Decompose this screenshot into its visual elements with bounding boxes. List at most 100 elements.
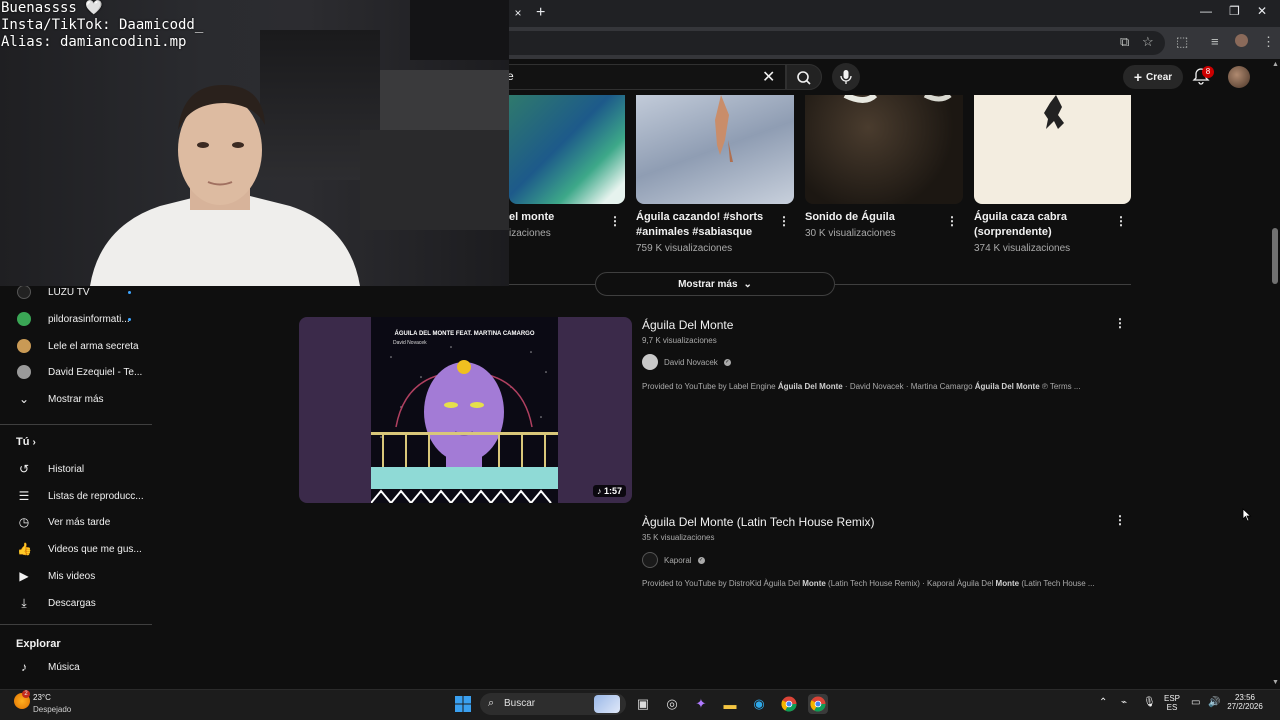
- clock[interactable]: 23:56 27/2/2026: [1225, 693, 1265, 711]
- address-bar[interactable]: [480, 31, 1165, 55]
- chrome-icon[interactable]: [779, 694, 799, 714]
- sidebar-channel-pildoras[interactable]: pildorasinformati...: [0, 307, 152, 331]
- sidebar-channel-lele[interactable]: Lele el arma secreta: [0, 334, 152, 358]
- file-explorer-icon[interactable]: ▬: [720, 694, 740, 714]
- show-hidden-icons-chevron-icon[interactable]: ⌃: [1099, 697, 1107, 708]
- short-thumbnail[interactable]: [509, 95, 625, 204]
- verified-icon: ✓: [723, 358, 731, 366]
- network-icon[interactable]: ⌁: [1121, 697, 1127, 708]
- language-indicator[interactable]: ESP ES: [1164, 694, 1180, 712]
- bookmark-star-icon[interactable]: ☆: [1142, 34, 1154, 50]
- install-app-icon[interactable]: ⧉: [1120, 34, 1129, 50]
- page-scrollbar-track[interactable]: [1270, 59, 1280, 689]
- close-window-icon[interactable]: ✕: [1257, 4, 1267, 18]
- taskbar-search[interactable]: ⌕ Buscar: [480, 693, 626, 715]
- video-title[interactable]: Àguila Del Monte (Latin Tech House Remix…: [642, 515, 875, 529]
- channel-link[interactable]: David Novacek ✓: [642, 354, 731, 370]
- more-options-icon[interactable]: ⋮: [1114, 316, 1126, 330]
- channel-link[interactable]: Kaporal ✓: [642, 552, 705, 568]
- page-scrollbar-thumb[interactable]: [1272, 228, 1278, 284]
- sidebar-item-liked[interactable]: 👍 Videos que me gus...: [0, 537, 152, 561]
- windows-start-icon[interactable]: [453, 694, 473, 714]
- copilot-app-icon[interactable]: ◎: [662, 694, 682, 714]
- short-title-line2[interactable]: #animales #sabiasque: [636, 225, 752, 240]
- divider: [835, 284, 1131, 285]
- sidebar-item-my-videos[interactable]: ▶ Mis videos: [0, 564, 152, 588]
- short-thumbnail[interactable]: [974, 95, 1131, 204]
- short-thumbnail[interactable]: [636, 95, 794, 204]
- history-icon: ↺: [18, 462, 30, 476]
- sidebar-divider: [0, 424, 152, 425]
- short-title[interactable]: Sonido de Águila: [805, 210, 895, 225]
- sidebar-item-playlists[interactable]: ☰ Listas de reproducc...: [0, 484, 152, 508]
- account-avatar[interactable]: [1228, 66, 1250, 88]
- scroll-up-icon[interactable]: ▲: [1272, 61, 1279, 68]
- video-description: Provided to YouTube by Label Engine Águi…: [642, 382, 1081, 391]
- channel-name: Kaporal: [664, 555, 692, 565]
- microphone-icon[interactable]: 🎙: [1143, 697, 1156, 708]
- sidebar-item-label: Descargas: [48, 597, 96, 609]
- liked-icon: 👍: [17, 542, 32, 556]
- sidebar-item-music[interactable]: ♪ Música: [0, 655, 152, 679]
- new-tab-button[interactable]: +: [536, 4, 545, 22]
- chrome-menu-icon[interactable]: ⋮: [1262, 34, 1275, 50]
- edge-icon[interactable]: ◉: [749, 694, 769, 714]
- playlists-icon: ☰: [18, 489, 30, 503]
- more-options-icon[interactable]: ⋮: [946, 214, 958, 228]
- weather-temperature[interactable]: 23°C: [33, 693, 51, 702]
- short-thumbnail[interactable]: [805, 95, 963, 204]
- short-views: 759 K visualizaciones: [636, 243, 733, 254]
- sidebar-item-label: Mis videos: [48, 570, 96, 582]
- volume-icon[interactable]: 🔊: [1208, 697, 1220, 708]
- profile-avatar[interactable]: [1235, 34, 1248, 47]
- more-options-icon[interactable]: ⋮: [1114, 513, 1126, 527]
- short-title[interactable]: Águila cazando! #shorts: [636, 210, 763, 225]
- sidebar-item-watch-later[interactable]: ◷ Ver más tarde: [0, 510, 152, 534]
- create-button[interactable]: + Crear: [1123, 65, 1183, 89]
- more-options-icon[interactable]: ⋮: [778, 214, 790, 228]
- short-title[interactable]: el monte: [509, 210, 554, 225]
- background-cabinet: [360, 130, 509, 230]
- channel-avatar: [17, 365, 31, 379]
- weather-badge: 2: [22, 690, 30, 698]
- minimize-icon[interactable]: —: [1200, 4, 1212, 18]
- chevron-down-icon: ⌄: [743, 278, 752, 290]
- scroll-down-icon[interactable]: ▼: [1272, 679, 1279, 686]
- video-thumbnail[interactable]: ÁGUILA DEL MONTE FEAT. MARTINA CAMARGO D…: [299, 317, 632, 503]
- short-title-line2[interactable]: (sorprendente): [974, 225, 1052, 240]
- sidebar-item-history[interactable]: ↺ Historial: [0, 457, 152, 481]
- short-views: 30 K visualizaciones: [805, 228, 896, 239]
- copilot-icon[interactable]: ✦: [691, 694, 711, 714]
- microphone-icon: [840, 70, 852, 84]
- search-input[interactable]: [470, 64, 786, 90]
- new-content-dot: [128, 317, 131, 321]
- video-title[interactable]: Águila Del Monte: [642, 318, 733, 332]
- weather-description[interactable]: Despejado: [33, 705, 71, 714]
- media-control-icon[interactable]: ≡: [1211, 34, 1219, 49]
- more-options-icon[interactable]: ⋮: [1115, 214, 1127, 228]
- chrome-active-icon[interactable]: [808, 694, 828, 714]
- show-more-shorts-button[interactable]: Mostrar más ⌄: [595, 272, 835, 296]
- maximize-icon[interactable]: ❐: [1229, 4, 1240, 18]
- sidebar-explore-heading: Explorar: [16, 638, 61, 650]
- sidebar-item-downloads[interactable]: ⤓ Descargas: [0, 591, 152, 615]
- extensions-icon[interactable]: ⬚: [1176, 34, 1188, 50]
- short-title[interactable]: Águila caza cabra: [974, 210, 1067, 225]
- short-views: 374 K visualizaciones: [974, 243, 1071, 254]
- clear-search-icon[interactable]: ✕: [762, 67, 775, 87]
- voice-search-button[interactable]: [832, 63, 860, 91]
- sidebar-item-label: Música: [48, 661, 80, 673]
- sidebar-item-label: David Ezequiel - Te...: [48, 366, 143, 378]
- display-icon[interactable]: ▭: [1191, 697, 1200, 708]
- search-icon: ⌕: [488, 697, 495, 709]
- video-description: Provided to YouTube by DistroKid Àguila …: [642, 579, 1095, 588]
- search-button[interactable]: [786, 64, 822, 90]
- short-views: izaciones: [509, 228, 551, 239]
- sidebar-channel-david[interactable]: David Ezequiel - Te...: [0, 360, 152, 384]
- more-options-icon[interactable]: ⋮: [609, 214, 621, 228]
- album-art-title: ÁGUILA DEL MONTE FEAT. MARTINA CAMARGO: [394, 331, 535, 337]
- task-view-icon[interactable]: ▣: [633, 694, 653, 714]
- tab-close-button[interactable]: ×: [511, 6, 525, 20]
- sidebar-show-more[interactable]: ⌄ Mostrar más: [0, 387, 152, 411]
- sidebar-you-heading[interactable]: Tú ›: [16, 436, 36, 448]
